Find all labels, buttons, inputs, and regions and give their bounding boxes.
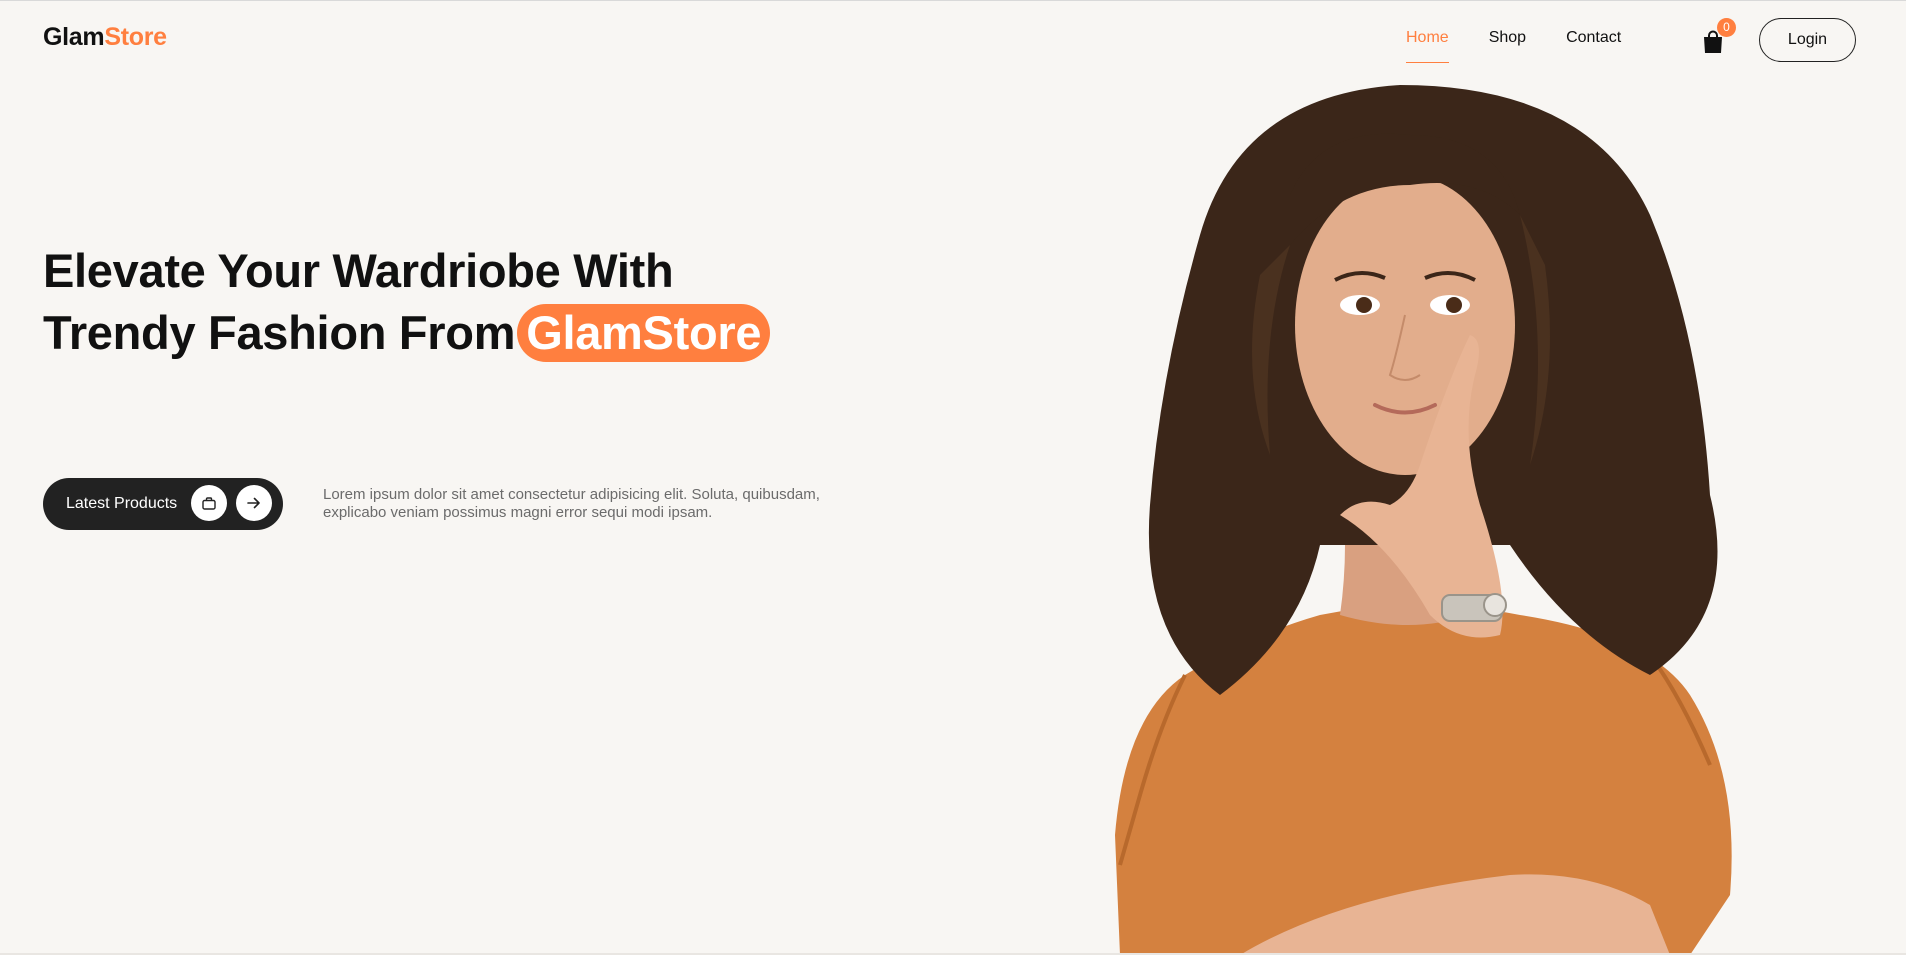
logo[interactable]: GlamStore <box>43 23 167 52</box>
briefcase-icon <box>191 485 227 521</box>
nav-link-contact[interactable]: Contact <box>1566 29 1621 47</box>
logo-text-store: Store <box>104 23 167 51</box>
navbar: GlamStore Home Shop Contact 0 Login <box>0 0 1906 78</box>
hero-title-line-1: Elevate Your Wardriobe With <box>43 244 674 297</box>
hero-title-line-2: Trendy Fashion From GlamStore <box>43 302 903 364</box>
hero-title-line-2-prefix: Trendy Fashion From <box>43 306 516 359</box>
landing-page: GlamStore Home Shop Contact 0 Login Elev… <box>0 0 1906 955</box>
cart-count-badge: 0 <box>1717 18 1736 37</box>
arrow-right-icon <box>236 485 272 521</box>
latest-products-label: Latest Products <box>66 495 178 512</box>
hero-model-image <box>1115 85 1732 955</box>
login-button[interactable]: Login <box>1759 18 1856 62</box>
cart-button[interactable]: 0 <box>1700 18 1736 57</box>
hero-title-highlight: GlamStore <box>517 304 771 362</box>
latest-products-button[interactable]: Latest Products <box>43 478 283 530</box>
logo-text-glam: Glam <box>43 23 105 51</box>
hero-title: Elevate Your Wardriobe With Trendy Fashi… <box>43 240 903 364</box>
nav-link-home[interactable]: Home <box>1406 29 1449 63</box>
nav-links: Home Shop Contact <box>1406 29 1661 63</box>
nav-link-shop[interactable]: Shop <box>1489 29 1526 47</box>
hero-description: Lorem ipsum dolor sit amet consectetur a… <box>323 486 820 521</box>
